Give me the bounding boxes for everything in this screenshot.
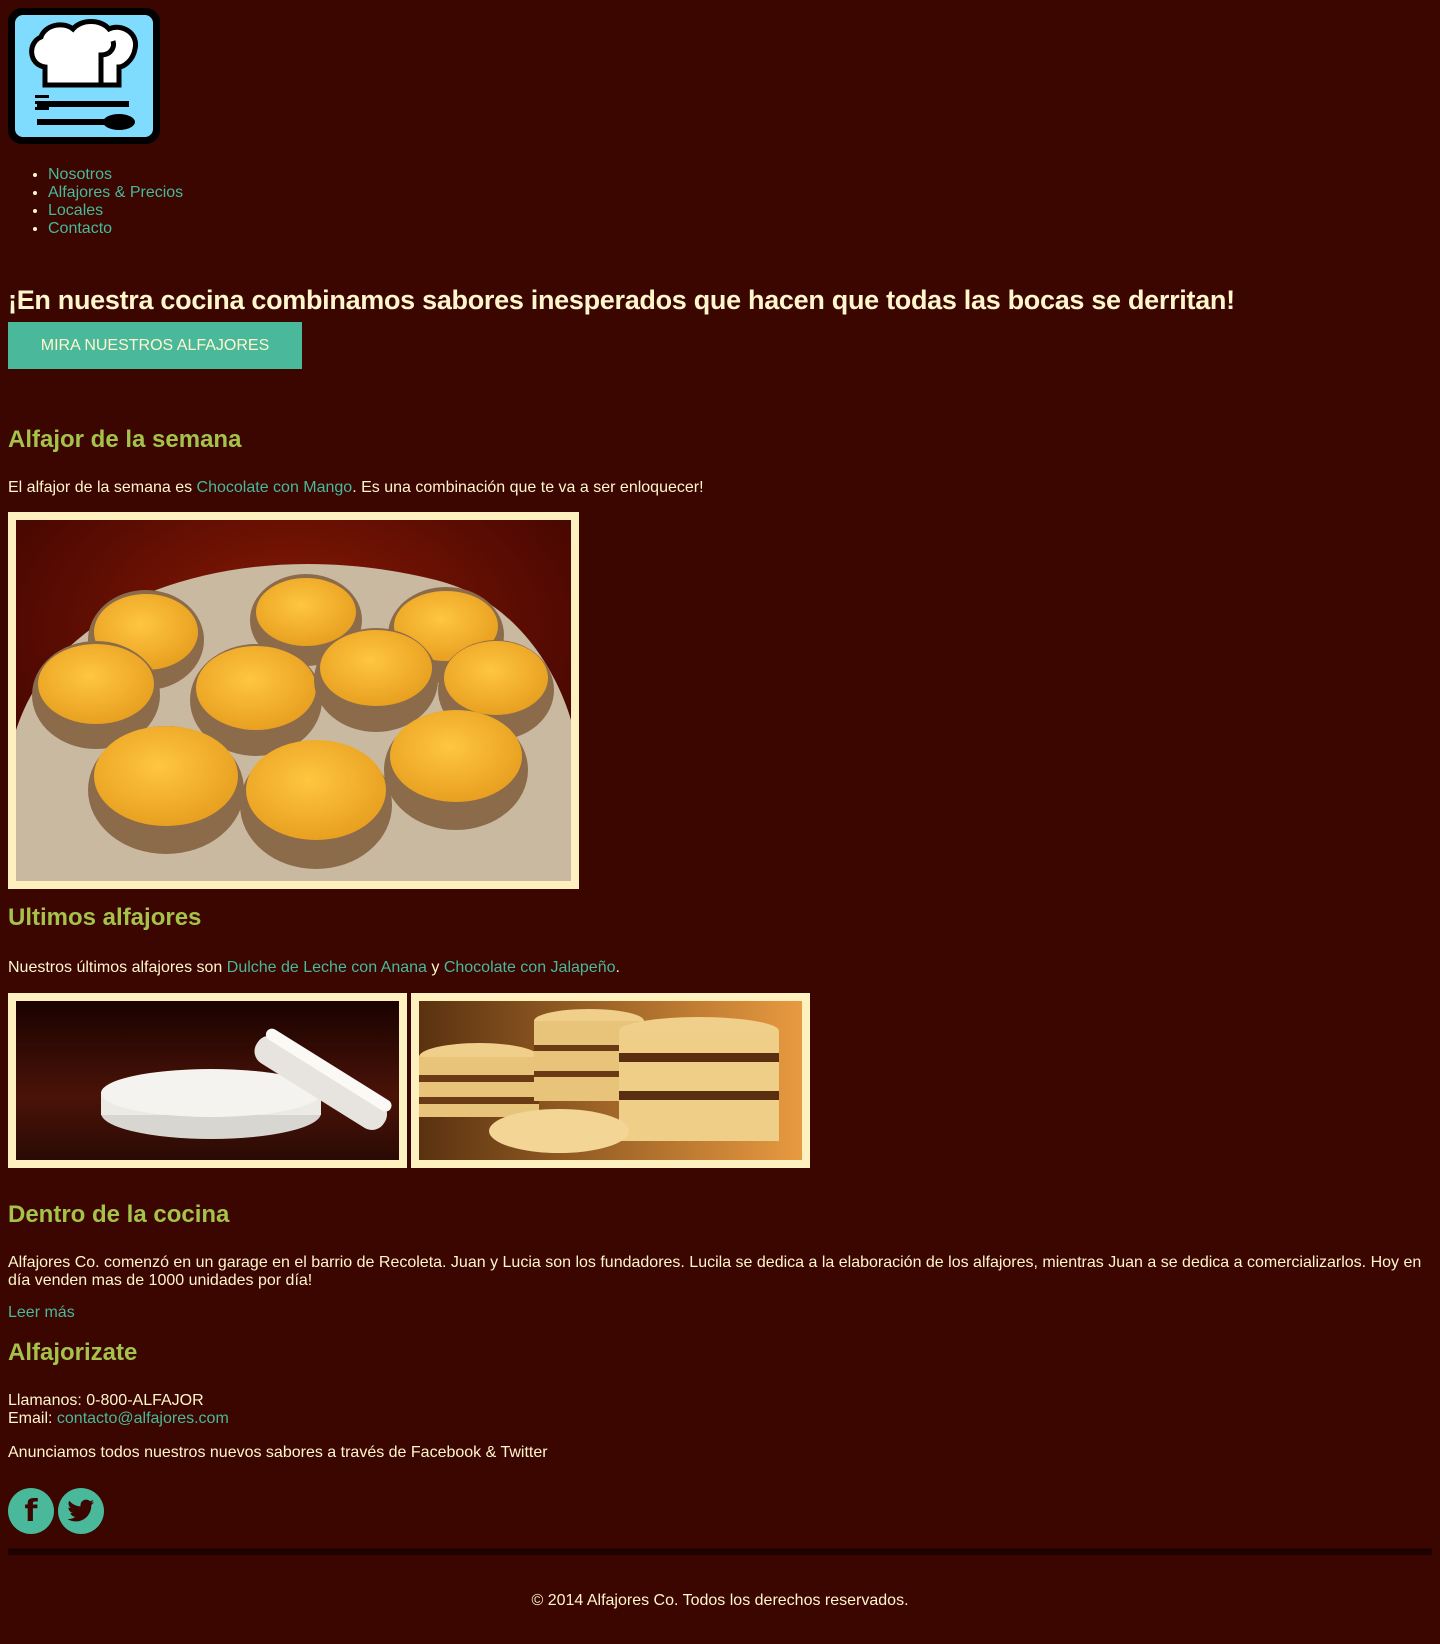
latest-title: Ultimos alfajores bbox=[8, 904, 202, 931]
see-alfajores-button[interactable]: MIRA NUESTROS ALFAJORES bbox=[8, 322, 302, 369]
logo[interactable] bbox=[8, 8, 160, 144]
twitter-icon[interactable] bbox=[58, 1488, 104, 1534]
footer-copyright: © 2014 Alfajores Co. Todos los derechos … bbox=[531, 1592, 909, 1609]
nav-item-contacto[interactable]: Contacto bbox=[48, 220, 1432, 238]
latest-link-2[interactable]: Chocolate con Jalapeño bbox=[444, 959, 616, 976]
nav-link-nosotros[interactable]: Nosotros bbox=[48, 166, 112, 183]
kitchen-text: Alfajores Co. comenzó en un garage en el… bbox=[8, 1254, 1422, 1289]
social-text: Anunciamos todos nuestros nuevos sabores… bbox=[8, 1444, 548, 1461]
latest-text-after: . bbox=[615, 959, 620, 976]
main-nav: Nosotros Alfajores & Precios Locales Con… bbox=[8, 166, 1432, 238]
kitchen-title: Dentro de la cocina bbox=[8, 1201, 230, 1228]
latest-photo-frame-2 bbox=[411, 993, 810, 1168]
nav-item-nosotros[interactable]: Nosotros bbox=[48, 166, 1432, 184]
latest-text-mid: y bbox=[426, 959, 444, 976]
footer-divider bbox=[8, 1548, 1432, 1555]
week-title: Alfajor de la semana bbox=[8, 426, 242, 453]
week-text: El alfajor de la semana es Chocolate con… bbox=[8, 479, 704, 497]
chef-hat-icon bbox=[29, 19, 139, 130]
contact-title: Alfajorizate bbox=[8, 1339, 138, 1366]
latest-photo-frame-1 bbox=[8, 993, 407, 1168]
hero-headline: ¡En nuestra cocina combinamos sabores in… bbox=[8, 285, 1235, 315]
contact-phone: Llamanos: 0-800-ALFAJOR bbox=[8, 1392, 204, 1409]
social-links: f bbox=[8, 1488, 104, 1534]
contact-info: Llamanos: 0-800-ALFAJOR Email: contacto@… bbox=[8, 1392, 229, 1428]
week-text-after: . Es una combinación que te va a ser enl… bbox=[352, 479, 704, 496]
contact-email-link[interactable]: contacto@alfajores.com bbox=[57, 1410, 229, 1427]
week-text-before: El alfajor de la semana es bbox=[8, 479, 197, 496]
latest-text: Nuestros últimos alfajores son Dulche de… bbox=[8, 959, 620, 977]
latest-photo-2 bbox=[419, 1001, 802, 1160]
nav-link-locales[interactable]: Locales bbox=[48, 202, 103, 219]
latest-link-1[interactable]: Dulche de Leche con Anana bbox=[227, 959, 427, 976]
week-photo bbox=[16, 520, 571, 881]
facebook-icon[interactable]: f bbox=[8, 1488, 54, 1534]
latest-photo-1 bbox=[16, 1001, 399, 1160]
twitter-bird-icon bbox=[67, 1499, 94, 1522]
nav-link-alfajores-precios[interactable]: Alfajores & Precios bbox=[48, 184, 183, 201]
week-photo-frame bbox=[8, 512, 579, 889]
read-more-link[interactable]: Leer más bbox=[8, 1304, 75, 1322]
latest-text-before: Nuestros últimos alfajores son bbox=[8, 959, 227, 976]
nav-item-alfajores-precios[interactable]: Alfajores & Precios bbox=[48, 184, 1432, 202]
nav-item-locales[interactable]: Locales bbox=[48, 202, 1432, 220]
week-link[interactable]: Chocolate con Mango bbox=[197, 479, 353, 496]
contact-email-label: Email: bbox=[8, 1410, 57, 1427]
nav-link-contacto[interactable]: Contacto bbox=[48, 220, 112, 237]
